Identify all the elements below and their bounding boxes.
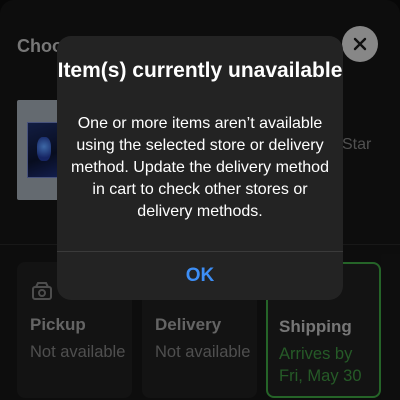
unavailable-alert: Item(s) currently unavailable One or mor…: [57, 36, 343, 300]
ok-button[interactable]: OK: [57, 252, 343, 300]
alert-title: Item(s) currently unavailable: [57, 59, 343, 82]
alert-message: One or more items aren’t available using…: [71, 115, 329, 220]
